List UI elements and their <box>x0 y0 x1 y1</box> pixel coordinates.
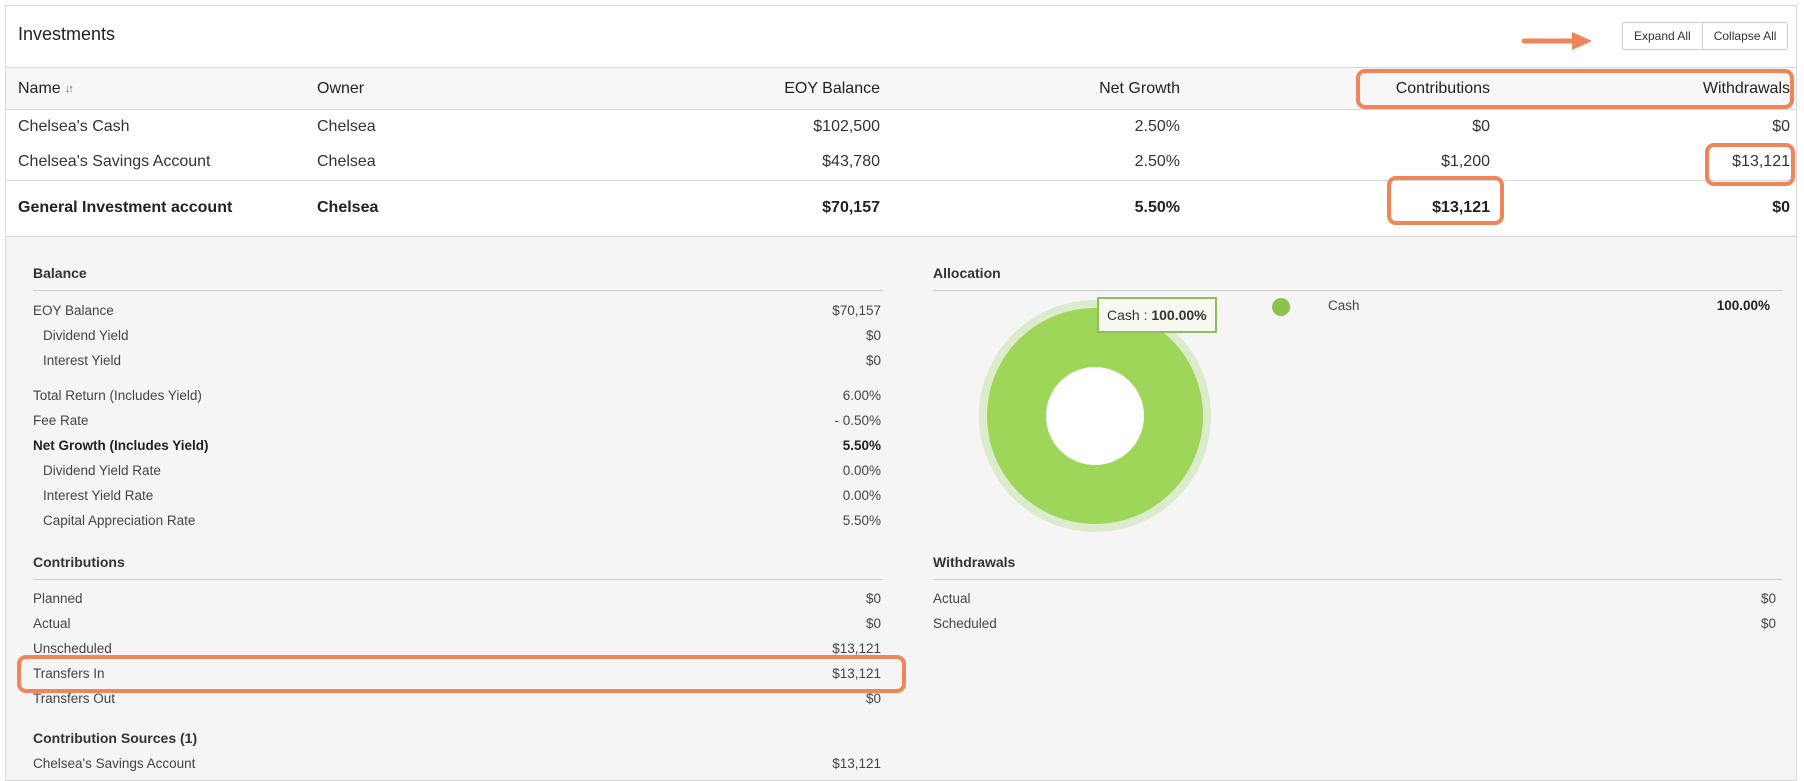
contribution-value: $0 <box>865 691 881 706</box>
table-row[interactable]: Chelsea's Savings Account Chelsea $43,78… <box>6 145 1796 180</box>
expand-all-button[interactable]: Expand All <box>1623 23 1702 49</box>
balance-value: $70,157 <box>832 303 881 318</box>
row-net-growth: 2.50% <box>1134 118 1180 135</box>
allocation-tooltip: Cash : 100.00% <box>1097 297 1217 333</box>
row-eoy-balance: $43,780 <box>822 153 880 170</box>
contribution-label: Planned <box>33 591 83 606</box>
row-eoy-balance: $102,500 <box>813 118 880 135</box>
balance-value: - 0.50% <box>834 413 881 428</box>
table-row-expanded[interactable]: General Investment account Chelsea $70,1… <box>6 180 1796 237</box>
balance-label: Net Growth (Includes Yield) <box>33 438 209 453</box>
annotation-highlight-contribution <box>1387 176 1504 225</box>
contribution-value: $13,121 <box>832 641 881 656</box>
contribution-label: Transfers Out <box>33 691 116 706</box>
balance-value: 6.00% <box>842 388 881 403</box>
divider <box>933 290 1782 291</box>
allocation-legend-value: 100.00% <box>1716 298 1770 313</box>
tooltip-label: Cash : <box>1107 307 1152 323</box>
balance-label: Capital Appreciation Rate <box>43 513 196 528</box>
row-name: Chelsea's Cash <box>18 118 130 135</box>
contribution-source-value: $13,121 <box>832 756 881 771</box>
contributions-section-title: Contributions <box>33 554 125 570</box>
balance-section-title: Balance <box>33 265 87 281</box>
balance-value: 5.50% <box>842 438 881 453</box>
balance-label: Fee Rate <box>33 413 89 428</box>
allocation-legend-label: Cash <box>1328 298 1360 313</box>
row-net-growth: 5.50% <box>1134 199 1180 216</box>
row-eoy-balance: $70,157 <box>822 199 880 216</box>
balance-label: Total Return (Includes Yield) <box>33 388 202 403</box>
table-row[interactable]: Chelsea's Cash Chelsea $102,500 2.50% $0… <box>6 110 1796 145</box>
column-header-name-label: Name <box>18 80 61 97</box>
column-header-eoy-balance[interactable]: EOY Balance <box>784 80 880 98</box>
row-owner: Chelsea <box>317 118 376 135</box>
contribution-label: Actual <box>33 616 71 631</box>
balance-value: $0 <box>865 328 881 343</box>
balance-label: Interest Yield Rate <box>43 488 154 503</box>
divider <box>33 579 883 580</box>
balance-label: EOY Balance <box>33 303 114 318</box>
row-owner: Chelsea <box>317 153 376 170</box>
withdrawal-label: Scheduled <box>933 616 997 631</box>
collapse-all-button[interactable]: Collapse All <box>1701 23 1788 49</box>
withdrawal-value: $0 <box>1760 591 1776 606</box>
row-withdrawals: $0 <box>1772 118 1790 135</box>
column-header-net-growth[interactable]: Net Growth <box>1099 80 1180 98</box>
page-title: Investments <box>18 24 116 44</box>
column-header-name[interactable]: Name ↓↑ <box>18 80 74 98</box>
balance-label: Interest Yield <box>43 353 122 368</box>
balance-label: Dividend Yield Rate <box>43 463 161 478</box>
contribution-value: $0 <box>865 591 881 606</box>
balance-value: 0.00% <box>842 463 881 478</box>
balance-value: 0.00% <box>842 488 881 503</box>
annotation-arrow-icon <box>1522 32 1592 50</box>
balance-value: $0 <box>865 353 881 368</box>
annotation-highlight-withdrawal <box>1705 143 1795 186</box>
contribution-label: Unscheduled <box>33 641 112 656</box>
contribution-sources-title: Contribution Sources (1) <box>33 730 198 746</box>
divider <box>33 290 883 291</box>
row-net-growth: 2.50% <box>1134 153 1180 170</box>
row-name: Chelsea's Savings Account <box>18 153 211 170</box>
divider <box>933 579 1782 580</box>
annotation-highlight-transfers-in <box>17 655 906 693</box>
account-details: Balance EOY Balance $70,157 Dividend Yie… <box>6 237 1796 780</box>
contribution-value: $0 <box>865 616 881 631</box>
tooltip-value: 100.00% <box>1151 307 1207 323</box>
sort-icon[interactable]: ↓↑ <box>65 83 74 95</box>
row-contributions: $1,200 <box>1441 153 1490 170</box>
donut-hole <box>1046 367 1144 465</box>
withdrawal-label: Actual <box>933 591 971 606</box>
allocation-legend-dot <box>1272 298 1290 316</box>
expand-collapse-group: Expand All Collapse All <box>1622 22 1789 50</box>
row-contributions: $0 <box>1472 118 1490 135</box>
contribution-source-label: Chelsea's Savings Account <box>33 756 196 771</box>
row-name: General Investment account <box>18 199 233 216</box>
column-header-owner[interactable]: Owner <box>317 80 364 98</box>
row-owner: Chelsea <box>317 199 379 216</box>
annotation-highlight-headers <box>1356 69 1794 109</box>
withdrawals-section-title: Withdrawals <box>933 554 1016 570</box>
row-withdrawals: $0 <box>1772 199 1790 216</box>
allocation-section-title: Allocation <box>933 265 1001 281</box>
balance-label: Dividend Yield <box>43 328 129 343</box>
withdrawal-value: $0 <box>1760 616 1776 631</box>
balance-value: 5.50% <box>842 513 881 528</box>
